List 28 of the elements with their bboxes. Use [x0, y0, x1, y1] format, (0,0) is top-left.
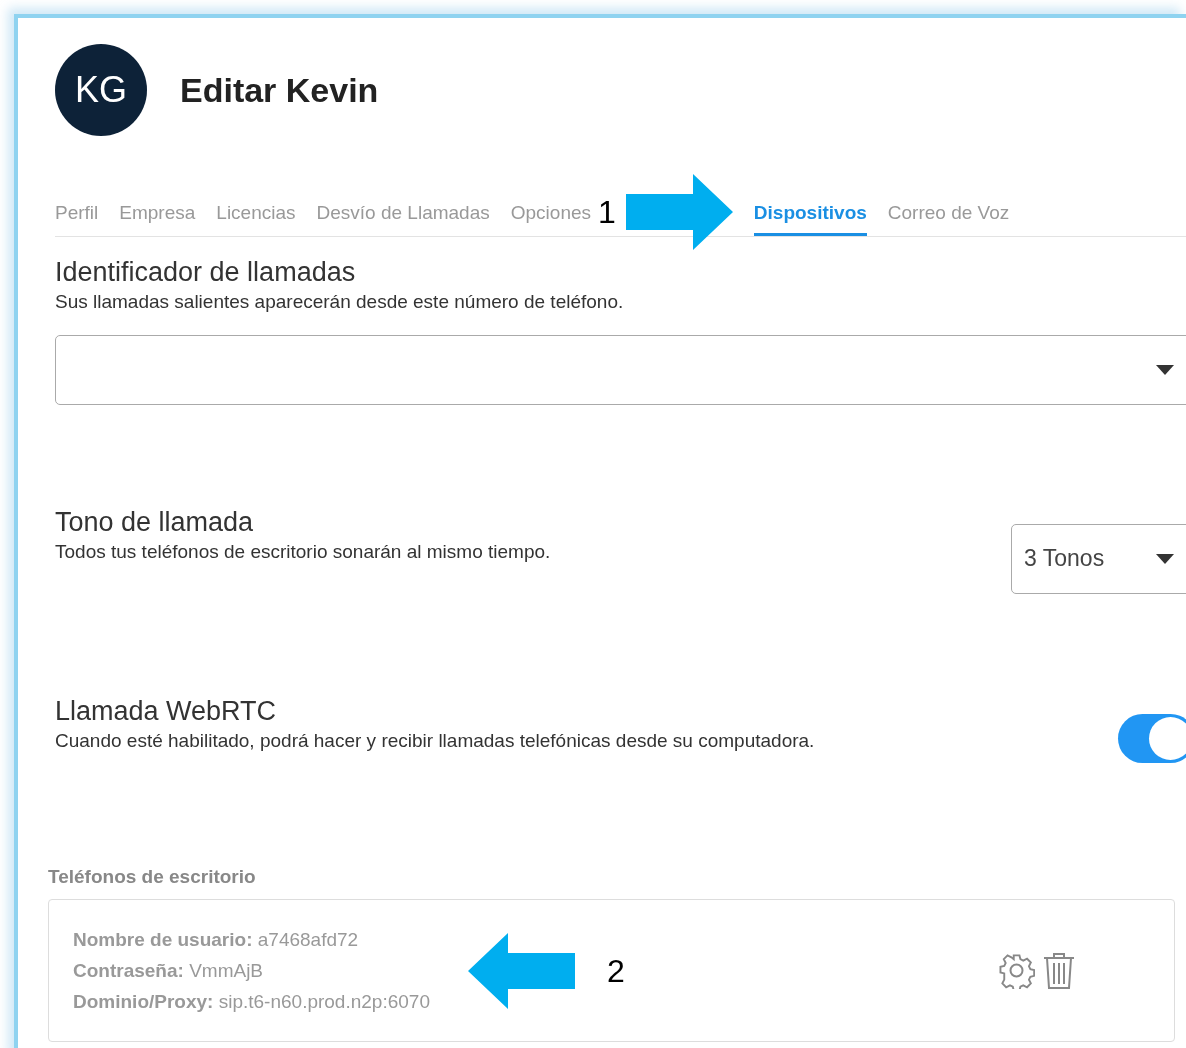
trash-icon[interactable]: [1043, 951, 1075, 990]
credential-line: Dominio/Proxy: sip.t6-n60.prod.n2p:6070: [73, 990, 430, 1015]
section-description: Cuando esté habilitado, podrá hacer y recibir llamadas telefónicas desde su computadora.: [55, 728, 815, 753]
tab[interactable]: Licencias: [216, 198, 296, 236]
tab[interactable]: Correo de Voz: [887, 198, 1010, 236]
section-title: Tono de llamada: [55, 506, 255, 538]
dropdown-caret-icon: [1156, 364, 1174, 375]
ring-tone-select[interactable]: 3 Tonos: [1011, 523, 1186, 594]
settings-icon[interactable]: [999, 952, 1035, 989]
tab[interactable]: Opciones: [510, 198, 592, 236]
section-description: Todos tus teléfonos de escritorio sonarán al mismo tiempo.: [55, 539, 551, 564]
toggle-switch[interactable]: [1118, 713, 1186, 763]
tab[interactable]: Desvío de Llamadas: [316, 198, 490, 236]
section-title: Llamada WebRTC: [55, 695, 278, 727]
tab[interactable]: Empresa: [119, 198, 196, 236]
avatar: KG: [55, 44, 147, 136]
page-title: Editar Kevin: [180, 69, 379, 111]
dropdown-caret-icon: [1156, 553, 1174, 564]
tab[interactable]: Dispositivos: [753, 198, 867, 236]
section-description: Sus llamadas salientes aparecerán desde este número de teléfono.: [55, 290, 625, 315]
section-heading: Teléfonos de escritorio: [48, 864, 257, 889]
credential-line: Nombre de usuario: a7468afd72: [73, 928, 360, 953]
section-title: Identificador de llamadas: [55, 257, 357, 289]
credential-line: Contraseña: VmmAjB: [73, 959, 265, 984]
caller-id-select[interactable]: [55, 334, 1186, 405]
callout-number: 1: [598, 196, 616, 228]
tab[interactable]: Perfil: [55, 198, 99, 236]
callout-number: 2: [606, 954, 625, 987]
